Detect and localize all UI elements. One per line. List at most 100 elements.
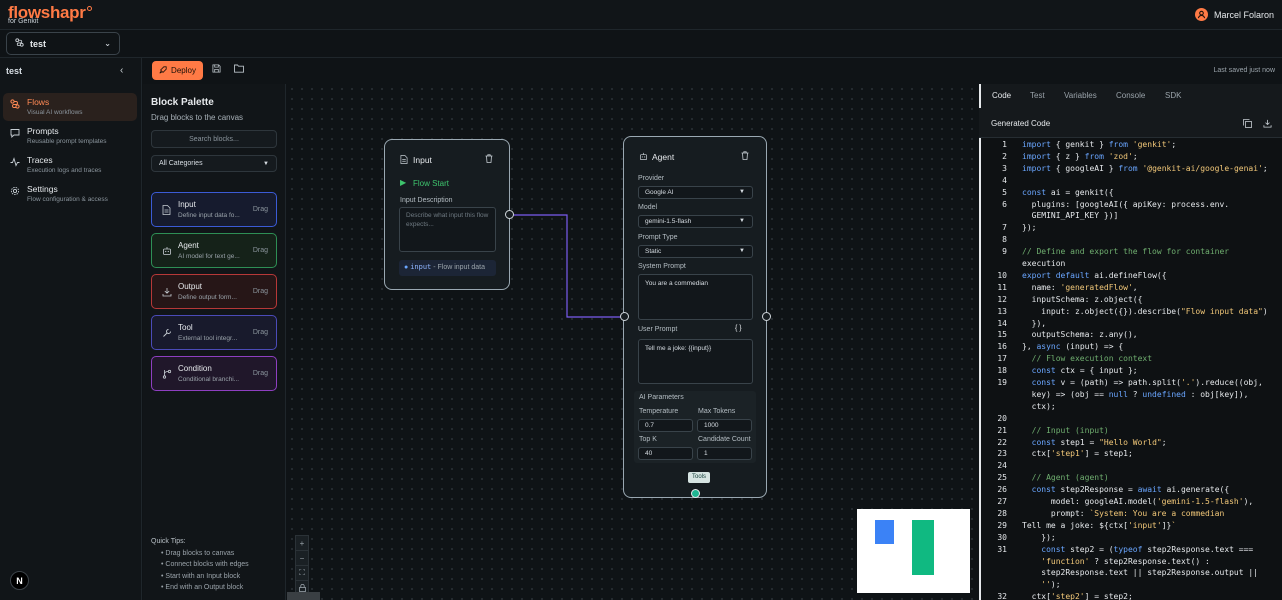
line-number: 29	[997, 520, 1007, 530]
trash-icon[interactable]	[485, 154, 493, 166]
top-k-input[interactable]: 40	[638, 447, 693, 460]
code-line: 30 });	[981, 533, 1282, 545]
palette-block-input[interactable]: Input Define input data fo... Drag	[151, 192, 277, 227]
input-node[interactable]: Input ▶ Flow Start Input Description Des…	[384, 139, 510, 290]
temperature-input[interactable]: 0.7	[638, 419, 693, 432]
generated-code-header: Generated Code	[979, 108, 1282, 138]
max-tokens-input[interactable]: 1000	[697, 419, 752, 432]
code-line: 26 const step2Response = await ai.genera…	[981, 485, 1282, 497]
trash-icon[interactable]	[741, 151, 749, 163]
code-text: import { genkit } from 'genkit';	[1022, 140, 1177, 149]
tab-console[interactable]: Console	[1116, 91, 1145, 100]
user-name: Marcel Folaron	[1213, 9, 1274, 20]
flow-canvas[interactable]: Input ▶ Flow Start Input Description Des…	[287, 84, 979, 600]
account-avatar[interactable]: N	[10, 571, 29, 590]
tools-button[interactable]: Tools	[688, 472, 710, 483]
code-line: 28 prompt: `System: You are a commedian	[981, 509, 1282, 521]
code-line: 2 import { z } from 'zod';	[981, 152, 1282, 164]
folder-icon[interactable]	[234, 64, 244, 74]
code-line: key) => (obj == null ? undefined : obj[k…	[981, 390, 1282, 402]
palette-block-tool[interactable]: Tool External tool integr... Drag	[151, 315, 277, 350]
code-line: 22 const step1 = "Hello World";	[981, 438, 1282, 450]
user-menu[interactable]: Marcel Folaron	[1194, 8, 1274, 21]
robot-icon	[162, 246, 172, 258]
category-select[interactable]: All Categories ▼	[151, 155, 277, 172]
code-text: // Flow execution context	[1031, 354, 1153, 364]
minimap[interactable]	[857, 509, 970, 593]
line-number: 25	[997, 473, 1007, 483]
tab-sdk[interactable]: SDK	[1165, 91, 1181, 100]
code-text: const step1 = "Hello World";	[1031, 437, 1167, 447]
sidebar-item-traces[interactable]: Traces Execution logs and traces	[3, 151, 137, 179]
input-node-output-port[interactable]	[505, 210, 514, 219]
prompt-type-select[interactable]: Static ▼	[638, 245, 753, 258]
play-icon: ▶	[400, 178, 407, 187]
user-prompt-field[interactable]: Tell me a joke: {{input}}	[638, 339, 753, 384]
sidebar-item-flows[interactable]: Flows Visual AI workflows	[3, 93, 137, 121]
provider-select[interactable]: Google AI ▼	[638, 186, 753, 199]
tip-item: • Start with an Input block	[161, 572, 241, 580]
zoom-controls: + − ⛶	[295, 535, 309, 596]
candidate-count-input[interactable]: 1	[697, 447, 752, 460]
attribution-strip	[287, 592, 320, 600]
agent-node[interactable]: Agent Provider Google AI ▼ Model gemini-1…	[623, 136, 767, 498]
collapse-sidebar-icon[interactable]: ‹	[120, 65, 123, 76]
sidebar-item-settings[interactable]: Settings Flow configuration & access	[3, 180, 137, 208]
palette-block-agent[interactable]: Agent AI model for text ge... Drag	[151, 233, 277, 268]
tab-variables[interactable]: Variables	[1064, 91, 1097, 100]
code-text: Tell me a joke: ${ctx['input']}`	[1022, 520, 1177, 530]
tab-code[interactable]: Code	[992, 91, 1011, 100]
palette-title: Block Palette	[151, 97, 214, 108]
download-icon[interactable]	[1263, 119, 1272, 131]
line-number: 31	[997, 544, 1007, 554]
deploy-label: Deploy	[171, 66, 196, 75]
fit-view-button[interactable]: ⛶	[296, 566, 308, 581]
save-icon[interactable]	[212, 64, 222, 74]
code-text: // Input (input)	[1031, 425, 1109, 435]
line-number: 27	[997, 497, 1007, 506]
zoom-out-button[interactable]: −	[296, 551, 308, 566]
agent-node-output-port[interactable]	[762, 312, 771, 321]
code-text: const step2 = (typeof step2Response.text…	[1041, 544, 1254, 554]
top-k-label: Top K	[639, 436, 657, 443]
flow-select-value: test	[30, 38, 47, 49]
code-text: execution	[1022, 259, 1066, 268]
line-number: 8	[1002, 235, 1007, 245]
variables-braces-button[interactable]: { }	[735, 325, 742, 332]
code-text: const ctx = { input };	[1031, 366, 1138, 376]
line-number: 1	[1002, 140, 1007, 149]
tab-test[interactable]: Test	[1030, 91, 1045, 100]
code-text: ctx['step1'] = step1;	[1022, 449, 1133, 459]
category-value: All Categories	[159, 160, 203, 167]
code-text: model: googleAI.model('gemini-1.5-flash'…	[1022, 497, 1254, 506]
flow-select[interactable]: test ⌄	[6, 32, 120, 55]
palette-block-condition[interactable]: Condition Conditional branchi... Drag	[151, 356, 277, 391]
agent-node-input-port[interactable]	[620, 312, 629, 321]
line-number: 26	[997, 485, 1007, 495]
line-number: 20	[997, 413, 1007, 423]
input-variable-chip: ● input - Flow input data	[399, 260, 496, 276]
quick-tips: Quick Tips: • Drag blocks to canvas • Co…	[151, 536, 249, 594]
search-blocks-input[interactable]: Search blocks...	[151, 130, 277, 148]
sidebar-title: test	[6, 66, 23, 76]
palette-block-output[interactable]: Output Define output form... Drag	[151, 274, 277, 309]
sidebar-item-sub: Flow configuration & access	[27, 196, 108, 203]
code-line: 24	[981, 461, 1282, 473]
max-tokens-label: Max Tokens	[698, 408, 736, 415]
system-prompt-field[interactable]: You are a commedian	[638, 274, 753, 320]
line-number: 22	[997, 437, 1007, 447]
sidebar-item-sub: Execution logs and traces	[27, 167, 102, 174]
code-editor[interactable]: 1 import { genkit } from 'genkit'; 2 import…	[981, 138, 1282, 600]
agent-node-tools-port[interactable]	[691, 489, 700, 498]
sidebar-item-prompts[interactable]: Prompts Reusable prompt templates	[3, 122, 137, 150]
model-select[interactable]: gemini-1.5-flash ▼	[638, 215, 753, 228]
zoom-in-button[interactable]: +	[296, 536, 308, 551]
branch-icon	[162, 369, 172, 381]
canvas-toolbar: Deploy	[143, 58, 980, 84]
code-line: 31 const step2 = (typeof step2Response.t…	[981, 545, 1282, 557]
input-description-field[interactable]: Describe what input this flow expects...	[399, 207, 496, 252]
code-line: GEMINI_API_KEY })]	[981, 211, 1282, 223]
copy-icon[interactable]	[1243, 119, 1252, 131]
document-icon	[400, 155, 408, 167]
deploy-button[interactable]: Deploy	[152, 61, 203, 80]
